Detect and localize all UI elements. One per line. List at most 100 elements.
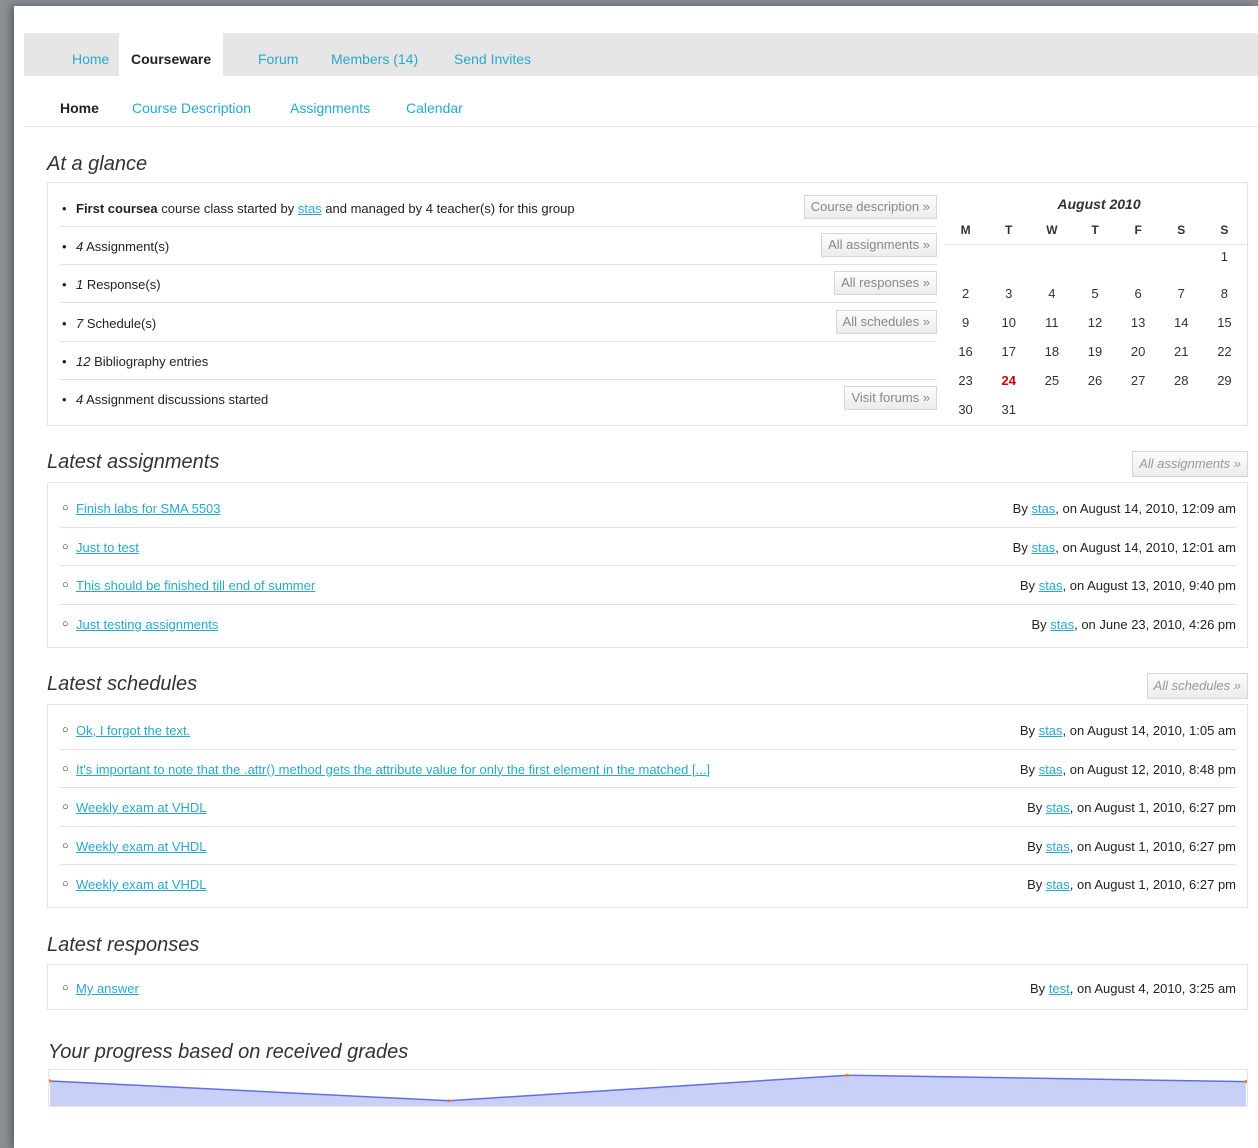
calendar-day[interactable]: 24 [987, 366, 1030, 395]
schedules-box: ○ Ok, I forgot the text. By stas, on Augus… [47, 704, 1248, 908]
author-link[interactable]: stas [1050, 617, 1074, 632]
subtab-assignments[interactable]: Assignments [290, 100, 370, 116]
bibliography-count: 12 Bibliography entries [76, 354, 209, 369]
calendar-day[interactable]: 31 [987, 395, 1030, 424]
all-assignments-button[interactable]: All assignments » [821, 233, 937, 257]
tab-members[interactable]: Members (14) [319, 33, 430, 76]
calendar-day [1030, 395, 1073, 424]
calendar-day[interactable]: 19 [1073, 337, 1116, 366]
progress-chart-box [48, 1069, 1248, 1107]
bullet: • [62, 201, 67, 216]
calendar-day[interactable]: 13 [1117, 308, 1160, 337]
calendar-day[interactable]: 3 [987, 279, 1030, 308]
calendar-day[interactable]: 23 [944, 366, 987, 395]
calendar-day [987, 245, 1030, 280]
all-schedules-header-button[interactable]: All schedules » [1146, 673, 1248, 699]
calendar-day[interactable]: 2 [944, 279, 987, 308]
tab-home[interactable]: Home [60, 33, 121, 76]
author-link[interactable]: stas [1046, 839, 1070, 854]
item-link[interactable]: It's important to note that the .attr() … [76, 762, 710, 777]
item-link[interactable]: My answer [76, 981, 139, 996]
course-summary: First coursea course class started by st… [76, 201, 575, 216]
list-item: ○ Just to test By stas, on August 14, 2010… [60, 528, 1236, 566]
author-link[interactable]: stas [1046, 800, 1070, 815]
calendar-day[interactable]: 8 [1203, 279, 1246, 308]
calendar-day[interactable]: 26 [1073, 366, 1116, 395]
calendar-day[interactable]: 4 [1030, 279, 1073, 308]
item-link[interactable]: This should be finished till end of summ… [76, 578, 315, 593]
latest-schedules-heading: Latest schedules [47, 673, 198, 695]
calendar-day[interactable]: 6 [1117, 279, 1160, 308]
visit-forums-button[interactable]: Visit forums » [844, 386, 937, 410]
item-link[interactable]: Just testing assignments [76, 617, 218, 632]
calendar-day[interactable]: 22 [1203, 337, 1246, 366]
calendar-day[interactable]: 20 [1117, 337, 1160, 366]
author-link[interactable]: stas [1046, 877, 1070, 892]
item-link[interactable]: Finish labs for SMA 5503 [76, 501, 221, 516]
all-assignments-header-button[interactable]: All assignments » [1132, 451, 1248, 477]
tab-send-invites[interactable]: Send Invites [442, 33, 543, 76]
calendar-day[interactable]: 7 [1160, 279, 1203, 308]
list-item: ○ Ok, I forgot the text. By stas, on Augus… [60, 711, 1236, 750]
calendar-day[interactable]: 18 [1030, 337, 1073, 366]
circle-bullet-icon: ○ [62, 724, 69, 736]
weekday-header: T [1073, 216, 1117, 245]
tab-courseware[interactable]: Courseware [119, 33, 224, 76]
item-meta: By stas, on August 1, 2010, 6:27 pm [1027, 838, 1236, 854]
calendar-day[interactable]: 1 [1203, 245, 1246, 280]
item-link[interactable]: Weekly exam at VHDL [76, 839, 207, 854]
calendar-day[interactable]: 12 [1073, 308, 1116, 337]
item-link[interactable]: Ok, I forgot the text. [76, 723, 190, 738]
author-link[interactable]: stas [1031, 501, 1055, 516]
course-description-button[interactable]: Course description » [803, 195, 937, 219]
author-link[interactable]: stas [1039, 578, 1063, 593]
item-link[interactable]: Weekly exam at VHDL [76, 877, 207, 892]
responses-count: 1 Response(s) [76, 277, 161, 292]
item-link[interactable]: Just to test [76, 540, 139, 555]
glance-row-assignments: • 4 Assignment(s) All assignments » [60, 227, 937, 265]
calendar-day [1160, 395, 1203, 424]
subtab-course-description[interactable]: Course Description [132, 100, 251, 116]
tab-forum[interactable]: Forum [246, 33, 310, 76]
calendar-day[interactable]: 9 [944, 308, 987, 337]
item-meta: By test, on August 4, 2010, 3:25 am [1030, 981, 1236, 996]
author-link[interactable]: test [1049, 981, 1070, 996]
calendar-day[interactable]: 25 [1030, 366, 1073, 395]
subtab-calendar[interactable]: Calendar [406, 100, 463, 116]
author-link[interactable]: stas [1039, 762, 1063, 777]
calendar-day [1160, 245, 1203, 280]
weekday-header: F [1116, 216, 1160, 245]
progress-heading: Your progress based on received grades [48, 1041, 409, 1063]
author-link[interactable]: stas [1039, 723, 1063, 738]
calendar-day[interactable]: 10 [987, 308, 1030, 337]
circle-bullet-icon: ○ [62, 540, 69, 553]
list-item: ○ This should be finished till end of sum… [60, 566, 1236, 605]
circle-bullet-icon: ○ [62, 617, 69, 630]
list-item: ○ It's important to note that the .attr()… [60, 750, 1236, 788]
calendar-day[interactable]: 30 [944, 395, 987, 424]
calendar-day[interactable]: 28 [1160, 366, 1203, 395]
weekday-header: W [1030, 216, 1074, 245]
author-link[interactable]: stas [1031, 540, 1055, 555]
calendar-day[interactable]: 17 [987, 337, 1030, 366]
calendar-day[interactable]: 21 [1160, 337, 1203, 366]
schedules-count: 7 Schedule(s) [76, 316, 157, 331]
calendar-day[interactable]: 14 [1160, 308, 1203, 337]
calendar-day[interactable]: 27 [1117, 366, 1160, 395]
user-link[interactable]: stas [298, 201, 322, 216]
calendar-day[interactable]: 16 [944, 337, 987, 366]
calendar-grid: MTWTFSS 1 2 3 4 5 6 7 8 9 10 11 12 13 14 15 16 17 18 19 20 2… [944, 216, 1246, 424]
calendar-day[interactable]: 15 [1203, 308, 1246, 337]
calendar-day[interactable]: 29 [1203, 366, 1246, 395]
responses-box: ○ My answer By test, on August 4, 2010, 3… [47, 964, 1248, 1010]
circle-bullet-icon: ○ [62, 982, 69, 994]
circle-bullet-icon: ○ [62, 878, 69, 890]
progress-point [845, 1073, 849, 1077]
calendar-day[interactable]: 11 [1030, 308, 1073, 337]
item-link[interactable]: Weekly exam at VHDL [76, 800, 207, 815]
subtab-home[interactable]: Home [60, 100, 99, 116]
calendar-day[interactable]: 5 [1073, 279, 1116, 308]
all-schedules-button[interactable]: All schedules » [835, 310, 937, 334]
calendar-day [1073, 245, 1116, 280]
all-responses-button[interactable]: All responses » [834, 271, 937, 295]
